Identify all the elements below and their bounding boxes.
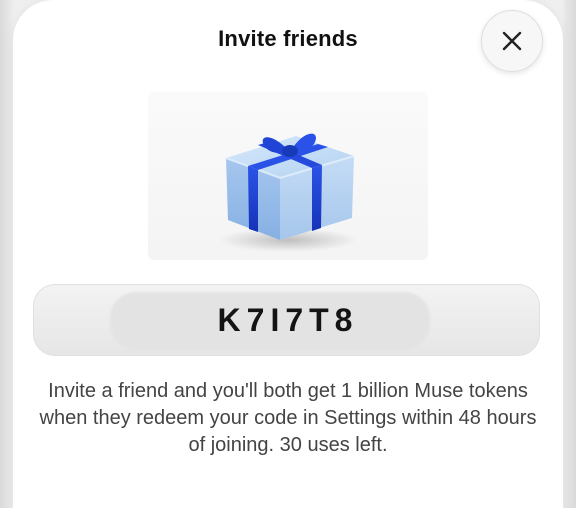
close-button[interactable] — [481, 10, 543, 72]
close-icon — [502, 31, 522, 51]
invite-screen: Invite friends K7I7T8 Invite a friend an… — [0, 0, 576, 508]
gift-box-icon — [218, 133, 358, 252]
invite-description: Invite a friend and you'll both get 1 bi… — [39, 380, 537, 456]
invite-code[interactable]: K7I7T8 — [0, 302, 576, 339]
